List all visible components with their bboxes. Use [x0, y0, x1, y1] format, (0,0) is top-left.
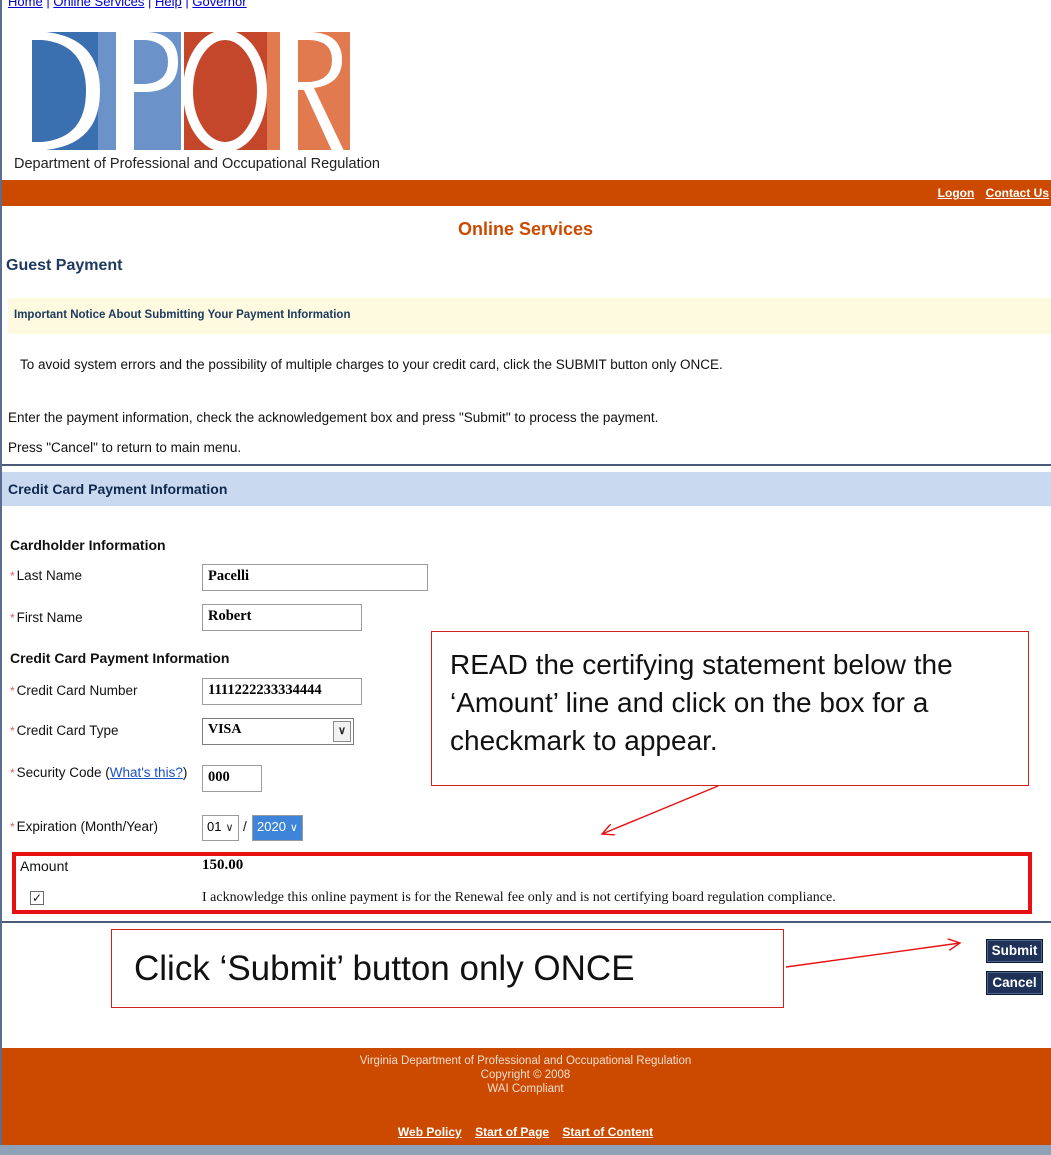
bottom-strip: [0, 1145, 1051, 1155]
annotation-arrows: [0, 785, 1051, 968]
footer-links: Web Policy Start of Page Start of Conten…: [0, 1125, 1051, 1139]
submit-button[interactable]: Submit: [986, 939, 1043, 963]
arrow-to-submit: [785, 943, 960, 968]
arrow-to-checkbox: [602, 785, 719, 834]
footer-copyright: Copyright © 2008: [480, 1069, 571, 1081]
web-policy-link[interactable]: Web Policy: [398, 1125, 462, 1139]
footer-org: Virginia Department of Professional and …: [359, 1055, 692, 1067]
cancel-button[interactable]: Cancel: [986, 971, 1043, 995]
start-of-content-link[interactable]: Start of Content: [562, 1125, 653, 1139]
footer-wai: WAI Compliant: [487, 1083, 564, 1095]
start-of-page-link[interactable]: Start of Page: [475, 1125, 549, 1139]
